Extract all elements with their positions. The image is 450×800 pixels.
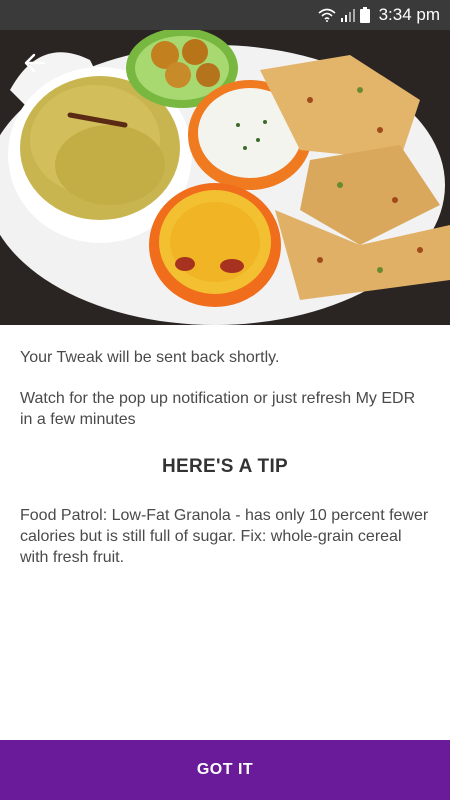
- status-time: 3:34 pm: [378, 5, 440, 24]
- status-bar: 3:34 pm: [0, 0, 450, 30]
- tip-text: Food Patrol: Low-Fat Granola - has only …: [20, 507, 429, 566]
- tip-heading: HERE'S A TIP: [161, 456, 288, 477]
- wifi-icon: [318, 8, 336, 22]
- message-line-1: Your Tweak will be sent back shortly.: [20, 349, 280, 366]
- got-it-button[interactable]: GOT IT: [0, 740, 450, 800]
- signal-icon: [340, 8, 355, 22]
- back-button[interactable]: [20, 50, 50, 80]
- message-line-2: Watch for the pop up notification or jus…: [20, 390, 416, 428]
- back-arrow-icon: [24, 53, 46, 78]
- food-plate-image: [0, 30, 450, 325]
- battery-icon: [359, 7, 370, 23]
